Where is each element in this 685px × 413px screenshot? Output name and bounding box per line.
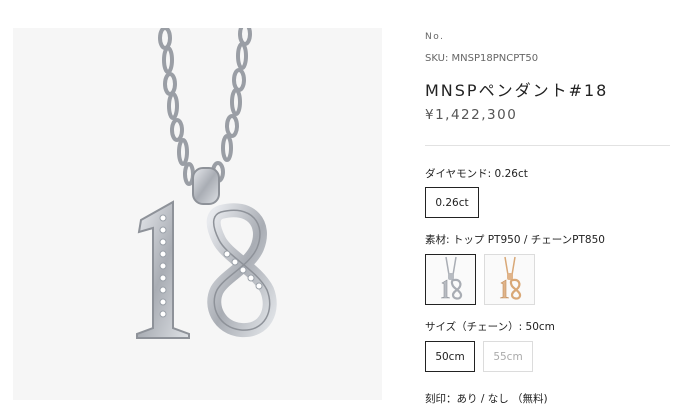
engraving-option-label: 刻印：あり / なし （無料) bbox=[425, 393, 548, 405]
material-option-label: 素材: トップ PT950 / チェーンPT850 bbox=[425, 234, 605, 246]
product-number-label: No. bbox=[425, 32, 445, 42]
diamond-option-label: ダイヤモンド: 0.26ct bbox=[425, 168, 528, 180]
carat-option-0.26ct[interactable]: 0.26ct bbox=[425, 187, 479, 218]
material-swatch-gold[interactable] bbox=[484, 254, 535, 305]
size-option-label: サイズ（チェーン）: 50cm bbox=[425, 321, 555, 333]
gold-pendant-thumbnail-icon bbox=[499, 256, 522, 300]
sku: SKU: MNSP18PNCPT50 bbox=[425, 53, 539, 64]
platinum-pendant-thumbnail-icon bbox=[440, 256, 463, 300]
product-title: MNSPペンダント#18 bbox=[425, 81, 609, 100]
pendant-18-icon bbox=[136, 28, 277, 339]
material-swatch-platinum[interactable] bbox=[425, 254, 476, 305]
size-option-55cm[interactable]: 55cm bbox=[483, 341, 533, 372]
product-image bbox=[13, 28, 382, 400]
divider bbox=[425, 145, 670, 146]
product-price: ¥1,422,300 bbox=[425, 107, 518, 123]
size-option-50cm[interactable]: 50cm bbox=[425, 341, 475, 372]
